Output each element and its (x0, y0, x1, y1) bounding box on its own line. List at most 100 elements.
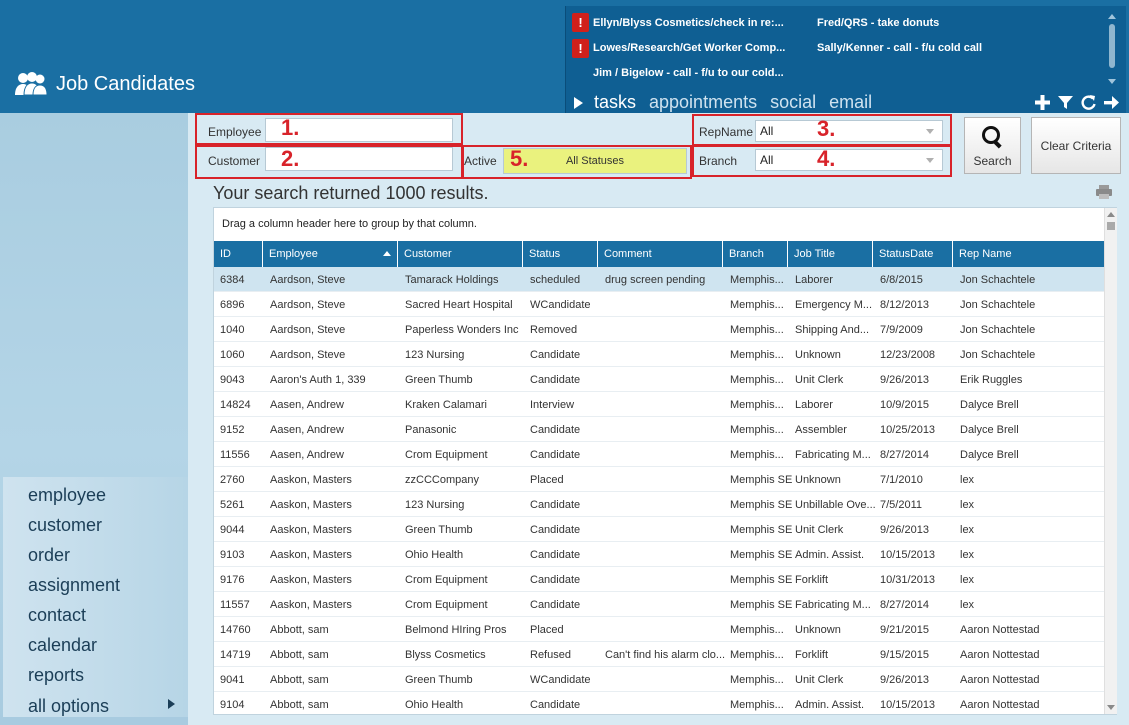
play-icon[interactable] (574, 96, 583, 109)
column-header-status-date[interactable]: StatusDate (872, 241, 951, 267)
cell-rep-name: Jon Schachtele (960, 299, 1036, 311)
filter-icon[interactable] (1057, 94, 1074, 111)
tasks-scrollbar[interactable] (1108, 14, 1116, 84)
cell-status: Removed (530, 324, 578, 336)
cell-employee: Aaskon, Masters (270, 524, 352, 536)
cell-status-date: 7/5/2011 (880, 499, 923, 511)
column-header-rep-name[interactable]: Rep Name (952, 241, 1104, 267)
chevron-right-icon[interactable] (168, 699, 175, 709)
task-item[interactable]: Fred/QRS - take donuts (817, 17, 939, 29)
cell-job-title: Forklift (795, 649, 828, 661)
table-row[interactable]: 9176 Aaskon, Masters Crom Equipment Candida… (214, 567, 1104, 592)
print-icon[interactable] (1095, 184, 1113, 200)
table-row[interactable]: 9104 Abbott, sam Ohio Health Candidate Memph… (214, 692, 1104, 715)
cell-customer: Crom Equipment (405, 449, 488, 461)
column-header-branch[interactable]: Branch (722, 241, 786, 267)
search-button[interactable]: Search (964, 117, 1021, 174)
cell-status: Candidate (530, 524, 581, 536)
callout-box (195, 145, 463, 179)
tab-tasks[interactable]: tasks (594, 92, 636, 113)
tab-social[interactable]: social (770, 92, 816, 113)
tab-appointments[interactable]: appointments (649, 92, 757, 113)
table-row[interactable]: 11557 Aaskon, Masters Crom Equipment Candid… (214, 592, 1104, 617)
tab-email[interactable]: email (829, 92, 872, 113)
table-row[interactable]: 9103 Aaskon, Masters Ohio Health Candidate M… (214, 542, 1104, 567)
task-item[interactable]: Jim / Bigelow - call - f/u to our cold..… (593, 67, 784, 79)
cell-employee: Aaskon, Masters (270, 574, 352, 586)
refresh-icon[interactable] (1080, 94, 1097, 111)
scroll-up-icon[interactable] (1107, 212, 1115, 217)
cell-id: 14824 (220, 399, 251, 411)
header-tools (1034, 94, 1120, 111)
table-row[interactable]: 6896 Aardson, Steve Sacred Heart Hospital W… (214, 292, 1104, 317)
task-item[interactable]: Ellyn/Blyss Cosmetics/check in re:... (593, 17, 784, 29)
column-header-job-title[interactable]: Job Title (787, 241, 871, 267)
scroll-thumb[interactable] (1107, 222, 1115, 230)
cell-job-title: Admin. Assist. (795, 549, 865, 561)
cell-status: Placed (530, 474, 564, 486)
column-header-customer[interactable]: Customer (397, 241, 521, 267)
cell-employee: Aaskon, Masters (270, 599, 352, 611)
nav-item-contact[interactable]: contact (28, 605, 86, 626)
group-by-area[interactable]: Drag a column header here to group by th… (214, 208, 1104, 241)
nav-item-order[interactable]: order (28, 545, 70, 566)
column-header-comment[interactable]: Comment (597, 241, 721, 267)
cell-status: Candidate (530, 549, 581, 561)
cell-employee: Abbott, sam (270, 624, 329, 636)
cell-job-title: Unbillable Ove... (795, 499, 875, 511)
cell-rep-name: Aaron Nottestad (960, 649, 1040, 661)
nav-item-calendar[interactable]: calendar (28, 635, 97, 656)
column-header-employee[interactable]: Employee (262, 241, 396, 267)
grid-body: 6384 Aardson, Steve Tamarack Holdings sched… (214, 267, 1104, 715)
cell-status: Placed (530, 624, 564, 636)
table-row[interactable]: 6384 Aardson, Steve Tamarack Holdings sched… (214, 267, 1104, 292)
nav-item-customer[interactable]: customer (28, 515, 102, 536)
nav-item-assignment[interactable]: assignment (28, 575, 120, 596)
nav-item-all-options[interactable]: all options (28, 696, 109, 717)
alert-icon: ! (572, 13, 589, 32)
cell-employee: Aaskon, Masters (270, 474, 352, 486)
cell-customer: Crom Equipment (405, 574, 488, 586)
table-row[interactable]: 1040 Aardson, Steve Paperless Wonders Inc R… (214, 317, 1104, 342)
cell-employee: Abbott, sam (270, 674, 329, 686)
scroll-down-icon[interactable] (1107, 705, 1115, 710)
cell-status-date: 10/31/2013 (880, 574, 936, 586)
table-row[interactable]: 2760 Aaskon, Masters zzCCCompany Placed Memp… (214, 467, 1104, 492)
arrow-right-icon[interactable] (1103, 94, 1120, 111)
table-row[interactable]: 1060 Aardson, Steve 123 Nursing Candidate Me… (214, 342, 1104, 367)
task-item[interactable]: Lowes/Research/Get Worker Comp... (593, 42, 785, 54)
cell-comment: Can't find his alarm clo... (605, 649, 725, 661)
table-row[interactable]: 9043 Aaron's Auth 1, 339 Green Thumb Candid… (214, 367, 1104, 392)
table-row[interactable]: 14719 Abbott, sam Blyss Cosmetics Refused Ca… (214, 642, 1104, 667)
column-header-id[interactable]: ID (214, 241, 261, 267)
cell-status-date: 10/25/2013 (880, 424, 936, 436)
cell-status-date: 10/15/2013 (880, 549, 936, 561)
cell-id: 11557 (220, 599, 250, 611)
table-row[interactable]: 9152 Aasen, Andrew Panasonic Candidate Memph… (214, 417, 1104, 442)
results-grid: Drag a column header here to group by th… (213, 207, 1117, 715)
cell-rep-name: Aaron Nottestad (960, 674, 1040, 686)
cell-employee: Aasen, Andrew (270, 449, 344, 461)
nav-item-employee[interactable]: employee (28, 485, 106, 506)
cell-id: 9043 (220, 374, 245, 386)
cell-id: 2760 (220, 474, 245, 486)
plus-icon[interactable] (1034, 94, 1051, 111)
cell-employee: Aasen, Andrew (270, 399, 344, 411)
table-row[interactable]: 5261 Aaskon, Masters 123 Nursing Candidate M… (214, 492, 1104, 517)
header-tabs: tasks appointments social email (574, 92, 885, 113)
nav-item-reports[interactable]: reports (28, 665, 84, 686)
cell-rep-name: lex (960, 599, 975, 611)
cell-rep-name: lex (960, 574, 975, 586)
table-row[interactable]: 14760 Abbott, sam Belmond HIring Pros Place… (214, 617, 1104, 642)
cell-job-title: Forklift (795, 574, 828, 586)
table-row[interactable]: 9041 Abbott, sam Green Thumb WCandidate Memp… (214, 667, 1104, 692)
column-header-status[interactable]: Status (522, 241, 596, 267)
table-row[interactable]: 14824 Aasen, Andrew Kraken Calamari Intervi… (214, 392, 1104, 417)
cell-job-title: Assembler (795, 424, 847, 436)
sort-ascending-icon (383, 251, 391, 256)
table-row[interactable]: 9044 Aaskon, Masters Green Thumb Candidate M… (214, 517, 1104, 542)
grid-scrollbar[interactable] (1104, 208, 1117, 714)
table-row[interactable]: 11556 Aasen, Andrew Crom Equipment Candidat… (214, 442, 1104, 467)
clear-criteria-button[interactable]: Clear Criteria (1031, 117, 1121, 174)
task-item[interactable]: Sally/Kenner - call - f/u cold call (817, 42, 982, 54)
